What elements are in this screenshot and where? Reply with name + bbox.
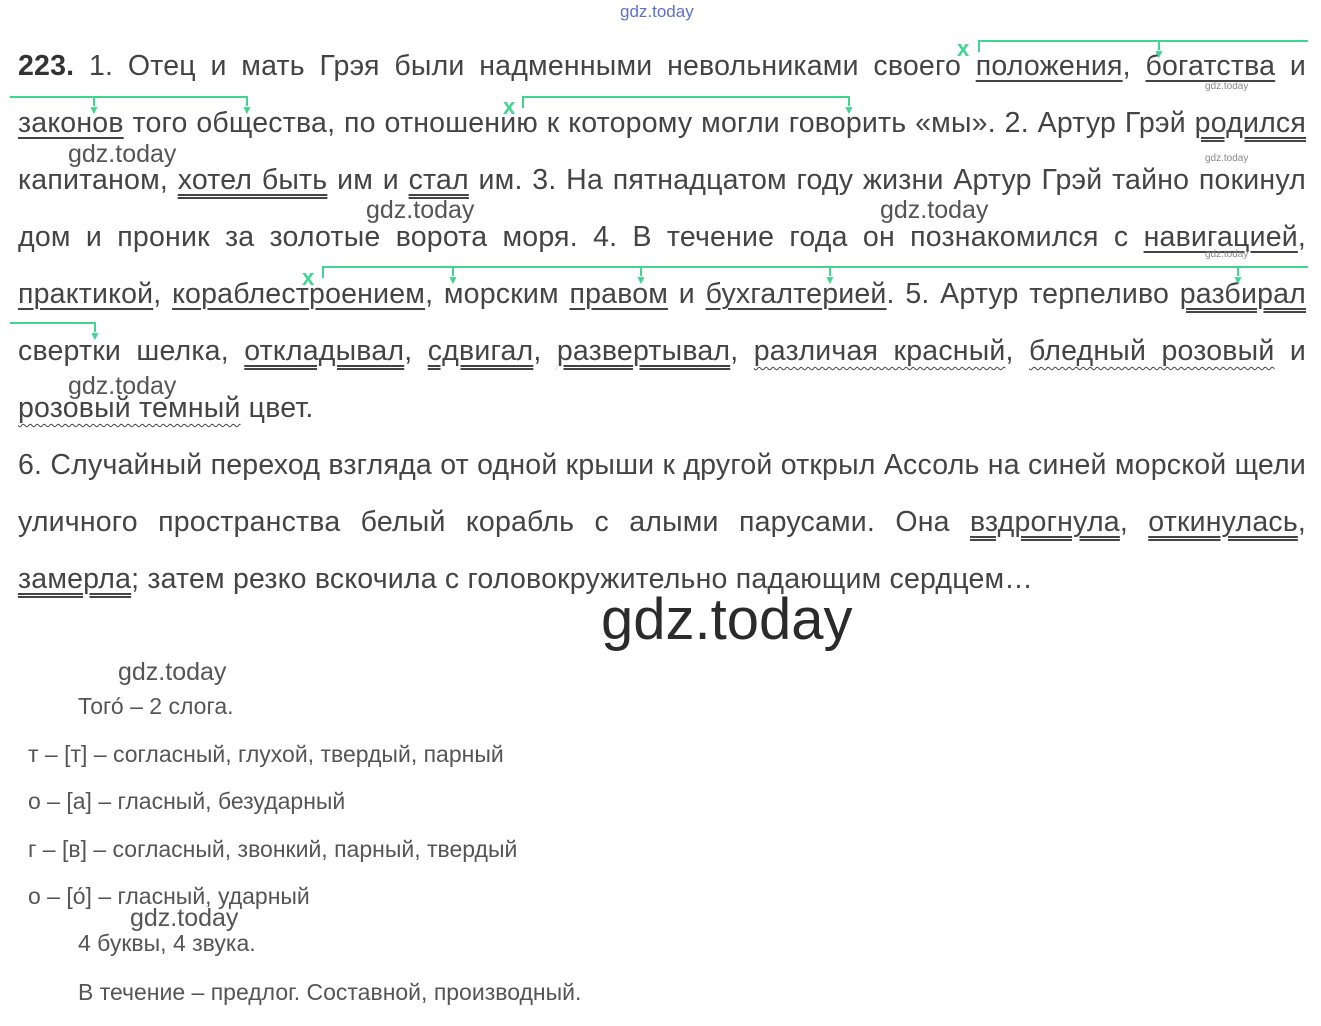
watermark-tiny: gdz.today — [1205, 249, 1249, 260]
analysis-row: о – [а] – гласный, безударный — [28, 788, 346, 814]
analysis-row: о – [о́] – гласный, ударный — [28, 883, 310, 909]
homogeneous-member: богатства — [1145, 50, 1276, 82]
modifier-phrase: бледный розовый — [1029, 335, 1275, 367]
watermark: gdz.today — [366, 196, 475, 224]
analysis-row: г – [в] – согласный, звонкий, парный, тв… — [28, 836, 518, 862]
analysis-note: В течение – предлог. Составной, производ… — [78, 979, 582, 1005]
watermark-tiny: gdz.today — [1205, 81, 1249, 92]
homogeneous-member: положения — [975, 50, 1123, 82]
watermark: gdz.today — [68, 372, 177, 400]
predicate: стал — [408, 164, 469, 196]
exercise-text: 223. 1. Отец и мать Грэя были надменными… — [18, 38, 1306, 608]
predicate: развертывал — [556, 335, 731, 367]
predicate: откинулась — [1148, 506, 1298, 538]
predicate: замерла — [18, 563, 132, 595]
homogeneous-member: кораблестроением — [172, 278, 426, 310]
watermark: gdz.today — [118, 658, 227, 686]
analysis-summary: 4 буквы, 4 звука. — [78, 930, 256, 956]
analysis-title: Того́ – 2 слога. — [78, 693, 234, 719]
watermark: gdz.today — [880, 196, 989, 224]
homogeneous-member: законов — [18, 107, 124, 139]
exercise-number: 223. — [18, 50, 75, 82]
watermark-large: gdz.today — [601, 587, 853, 652]
predicate: вздрогнула — [970, 506, 1120, 538]
watermark: gdz.today — [68, 140, 177, 168]
predicate: хотел быть — [177, 164, 328, 196]
watermark-tiny: gdz.today — [1205, 153, 1249, 164]
predicate: родился — [1194, 107, 1307, 139]
predicate: сдвигал — [427, 335, 534, 367]
predicate: откладывал — [244, 335, 405, 367]
analysis-row: т – [т] – согласный, глухой, твердый, па… — [28, 741, 504, 767]
homogeneous-member: правом — [569, 278, 669, 310]
adverbial-participle-phrase: различая красный — [753, 335, 1006, 367]
homogeneous-member: бухгалтерией — [705, 278, 887, 310]
exercise-paragraph-2: 6. Случайный переход взгляда от одной кр… — [18, 449, 1306, 595]
watermark-top: gdz.today — [620, 2, 694, 21]
homogeneous-member: практикой — [18, 278, 154, 310]
